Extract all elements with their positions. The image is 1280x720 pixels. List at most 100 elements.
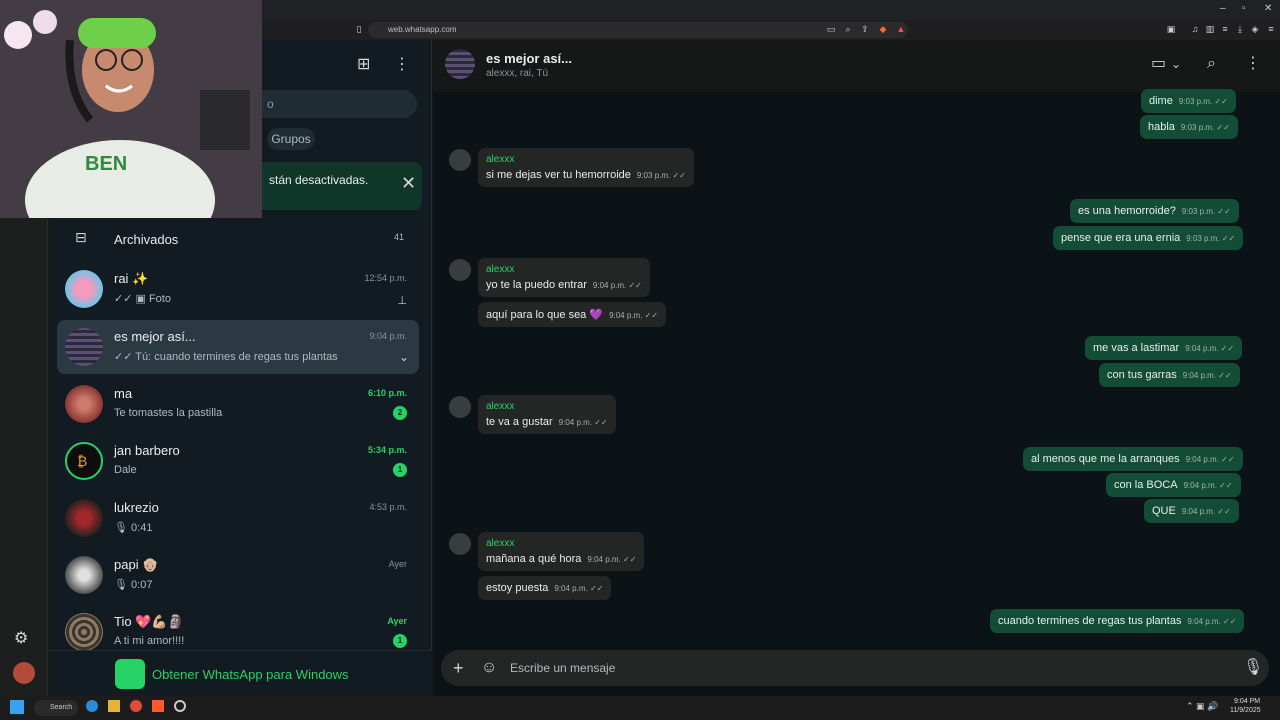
brave-icon[interactable] — [152, 700, 164, 712]
chevron-down-icon[interactable]: ⌄ — [1171, 55, 1181, 73]
plus-icon[interactable]: + — [453, 659, 464, 677]
message-time: 9:03 p.m. ✓✓ — [1186, 234, 1236, 243]
message-input[interactable]: Escribe un mensaje — [510, 661, 615, 675]
settings-icon[interactable]: ⚙ — [14, 630, 28, 648]
minimize-button[interactable]: – — [1220, 3, 1226, 14]
group-avatar[interactable] — [445, 49, 475, 79]
chat-preview: A ti mi amor!!!! — [114, 635, 185, 647]
message-time: 9:04 p.m. ✓✓ — [1187, 617, 1237, 626]
message-out[interactable]: con tus garras 9:04 p.m. ✓✓ — [1099, 363, 1240, 387]
bookmark-icon[interactable]: ▯ — [354, 24, 364, 34]
message-in[interactable]: estoy puesta 9:04 p.m. ✓✓ — [478, 576, 612, 600]
close-icon[interactable]: ✕ — [401, 174, 416, 192]
taskbar: Search ⌃ ▣ 🔊 9:04 PM 11/9/2025 — [0, 696, 1280, 720]
file-explorer-icon[interactable] — [108, 700, 120, 712]
message-out[interactable]: habla 9:03 p.m. ✓✓ — [1140, 115, 1238, 139]
chat-row-es-mejor-asi[interactable]: es mejor así... ✓✓ Tú: cuando termines d… — [57, 320, 419, 374]
message-time: 9:03 p.m. ✓✓ — [636, 171, 686, 180]
emoji-icon[interactable]: ☺ — [481, 659, 497, 677]
sender-avatar[interactable] — [449, 149, 471, 171]
chat-row-ma[interactable]: ma Te tomastes la pastilla 6:10 p.m. 2 — [57, 377, 419, 431]
sender-avatar[interactable] — [449, 396, 471, 418]
edge-icon[interactable] — [86, 700, 98, 712]
menu-lines-icon[interactable]: ≡ — [1220, 24, 1230, 34]
message-out[interactable]: me vas a lastimar 9:04 p.m. ✓✓ — [1085, 336, 1243, 360]
message-out[interactable]: al menos que me la arranques 9:04 p.m. ✓✓ — [1023, 447, 1243, 471]
notice-text: stán desactivadas. — [269, 173, 369, 187]
taskbar-search[interactable]: Search — [34, 700, 78, 716]
cast-icon[interactable]: ▭ — [826, 24, 836, 34]
message-text: estoy puesta — [486, 582, 549, 594]
chat-name: lukrezio — [114, 500, 159, 515]
message-text: me vas a lastimar — [1093, 342, 1180, 354]
sender-avatar[interactable] — [449, 533, 471, 555]
browser-menu-icon[interactable]: ≡ — [1266, 24, 1276, 34]
sender-avatar[interactable] — [449, 259, 471, 281]
chrome-icon[interactable] — [130, 700, 142, 712]
chat-row-lukrezio[interactable]: lukrezio 🎙 0:41 4:53 p.m. — [57, 491, 419, 545]
windows-start-icon[interactable] — [10, 700, 24, 714]
archived-row[interactable]: ⊟ Archivados 41 — [49, 218, 432, 258]
message-out[interactable]: pense que era una ernia 9:03 p.m. ✓✓ — [1053, 226, 1244, 250]
avatar — [65, 613, 103, 651]
message-text: mañana a qué hora — [486, 553, 582, 565]
chat-row-rai[interactable]: rai ✨ ✓✓ ▣ Foto 12:54 p.m. ⊥ — [57, 262, 419, 316]
maximize-button[interactable]: ▫ — [1242, 3, 1246, 14]
chat-row-jan-barbero[interactable]: ₿ jan barbero Dale 5:34 p.m. 1 — [57, 434, 419, 488]
chat-menu-icon[interactable]: ⋮ — [1245, 55, 1261, 73]
filter-chip-groups[interactable]: Grupos — [267, 128, 315, 150]
close-window-button[interactable]: ✕ — [1264, 3, 1272, 14]
share-icon[interactable]: ⇪ — [860, 24, 870, 34]
message-in[interactable]: alexxx yo te la puedo entrar 9:04 p.m. ✓✓ — [478, 258, 650, 297]
chat-preview: Dale — [114, 464, 137, 476]
unread-badge: 1 — [393, 463, 407, 477]
brave-shield-icon[interactable]: ◆ — [878, 24, 888, 34]
message-in[interactable]: alexxx te va a gustar 9:04 p.m. ✓✓ — [478, 395, 616, 434]
archive-icon: ⊟ — [75, 229, 87, 245]
chat-name: Tio 💖💪🏼🗿 — [114, 614, 184, 629]
message-in[interactable]: alexxx mañana a qué hora 9:04 p.m. ✓✓ — [478, 532, 645, 571]
message-out[interactable]: es una hemorroide? 9:03 p.m. ✓✓ — [1070, 199, 1239, 223]
avatar — [65, 270, 103, 308]
unread-badge: 2 — [393, 406, 407, 420]
vpn-icon[interactable]: ◈ — [1250, 24, 1260, 34]
chat-header: es mejor así... alexxx, rai, Tú ▭ ⌄ ⌕ ⋮ — [433, 40, 1280, 92]
zoom-icon[interactable]: ⌕ — [843, 24, 853, 34]
profile-avatar[interactable] — [13, 662, 35, 684]
message-out[interactable]: dime 9:03 p.m. ✓✓ — [1141, 89, 1236, 113]
chat-title[interactable]: es mejor así... — [486, 51, 572, 66]
chat-preview: Te tomastes la pastilla — [114, 407, 223, 419]
message-text: con la BOCA — [1114, 479, 1178, 491]
message-in[interactable]: alexxx si me dejas ver tu hemorroide 9:03 … — [478, 148, 694, 187]
obs-icon[interactable] — [174, 700, 186, 712]
tray-icons[interactable]: ⌃ ▣ 🔊 — [1186, 701, 1218, 712]
chat-preview: ✓✓ Tú: cuando termines de regas tus plan… — [114, 351, 338, 363]
message-text: yo te la puedo entrar — [486, 279, 587, 291]
menu-icon[interactable]: ⋮ — [394, 56, 410, 74]
svg-text:BEN: BEN — [85, 153, 127, 175]
video-call-icon[interactable]: ▭ — [1151, 55, 1166, 73]
sender-name: alexxx — [486, 264, 515, 275]
chat-name: papi 👴🏼 — [114, 557, 159, 572]
message-in[interactable]: aquí para lo que sea 💜 9:04 p.m. ✓✓ — [478, 302, 667, 327]
download-icon[interactable]: ⤓ — [1235, 24, 1245, 34]
message-out[interactable]: cuando termines de regas tus plantas 9:04… — [990, 609, 1245, 633]
chevron-down-icon[interactable]: ⌄ — [399, 348, 409, 366]
rewards-icon[interactable]: ▲ — [896, 24, 906, 34]
conversation-panel: es mejor así... alexxx, rai, Tú ▭ ⌄ ⌕ ⋮ … — [433, 40, 1280, 696]
message-time: 9:03 p.m. ✓✓ — [1180, 123, 1230, 132]
message-out[interactable]: con la BOCA 9:04 p.m. ✓✓ — [1106, 473, 1241, 497]
sidebar-toggle-icon[interactable]: ▣ — [1166, 24, 1176, 34]
music-icon[interactable]: ♫ — [1190, 24, 1200, 34]
message-text: QUE — [1152, 505, 1176, 517]
message-time: 9:04 p.m. ✓✓ — [554, 584, 604, 593]
sender-name: alexxx — [486, 401, 515, 412]
chat-row-papi[interactable]: papi 👴🏼 🎙 0:07 Ayer — [57, 548, 419, 602]
panel-icon[interactable]: ▥ — [1205, 24, 1215, 34]
message-out[interactable]: QUE 9:04 p.m. ✓✓ — [1144, 499, 1239, 523]
new-chat-icon[interactable]: ⊞ — [357, 56, 370, 74]
search-icon[interactable]: ⌕ — [1207, 55, 1216, 73]
microphone-icon[interactable]: 🎙 — [1243, 659, 1263, 677]
chat-time: 12:54 p.m. — [364, 273, 407, 283]
get-whatsapp-link[interactable]: Obtener WhatsApp para Windows — [152, 667, 349, 682]
